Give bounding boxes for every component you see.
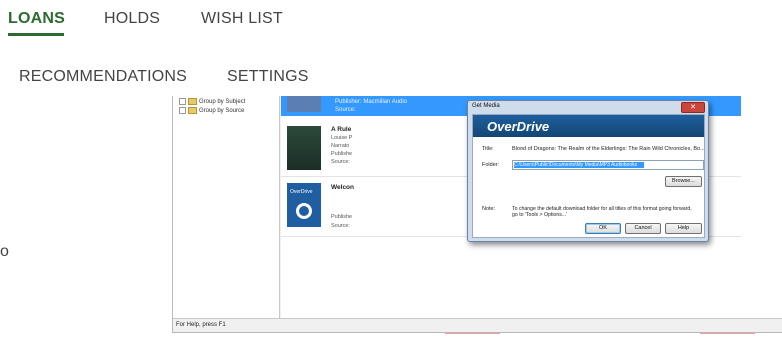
- tree-item-label: Group by Source: [199, 108, 245, 115]
- decorative-line: [700, 333, 755, 334]
- book-meta-line: Louise P: [331, 135, 353, 141]
- book-meta-line: Narrato: [331, 143, 350, 149]
- stray-text: o: [0, 243, 9, 260]
- expand-icon: [179, 107, 186, 114]
- tab-recommendations[interactable]: RECOMMENDATIONS: [19, 68, 187, 86]
- tree-item: Group by Source: [179, 107, 244, 114]
- title-list: Publisher: Macmillan Audio Source: A Rul…: [281, 96, 782, 318]
- tab-settings[interactable]: SETTINGS: [227, 68, 309, 86]
- selected-row-text: Publisher: Macmillan Audio Source:: [335, 98, 407, 114]
- overdrive-banner: OverDrive: [473, 115, 704, 137]
- folder-label: Folder:: [482, 162, 500, 168]
- book-title: A Rule: [331, 126, 352, 133]
- decorative-line: [445, 333, 500, 334]
- note-label: Note:: [482, 206, 496, 212]
- help-button[interactable]: Help: [665, 223, 702, 234]
- tree-item-label: Group by Subject: [199, 99, 246, 106]
- book-meta-line: Publishe: [331, 214, 353, 220]
- book-meta-line: Publishe: [331, 151, 353, 157]
- dialog-titlebar[interactable]: Get Media ✕: [468, 101, 708, 113]
- overdrive-mark-icon: [296, 203, 312, 219]
- dialog-title: Get Media: [472, 103, 500, 109]
- ok-button[interactable]: OK: [585, 223, 621, 234]
- browse-button[interactable]: Browse...: [665, 176, 702, 187]
- book-cover: [287, 96, 321, 112]
- tree-pane: Group by Subject Group by Source: [173, 96, 280, 318]
- embedded-app-screenshot: Group by Subject Group by Source Publish…: [172, 96, 782, 333]
- get-media-dialog: Get Media ✕ OverDrive Title: Blood of Dr…: [467, 100, 709, 242]
- tab-active-underline: [8, 33, 64, 36]
- close-icon[interactable]: ✕: [681, 102, 705, 113]
- note-text: To change the default download folder fo…: [512, 206, 692, 218]
- folder-field[interactable]: C:\Users\Public\Documents\My Media\MP3 A…: [512, 160, 704, 170]
- status-text: For Help, press F1: [176, 322, 226, 328]
- book-cover: OverDrive: [287, 183, 321, 227]
- book-meta-line: Source:: [331, 223, 350, 229]
- cancel-button[interactable]: Cancel: [625, 223, 661, 234]
- folder-icon: [188, 107, 197, 114]
- book-title: Welcon: [331, 184, 354, 191]
- expand-icon: [179, 98, 186, 105]
- publisher-line: Publisher: Macmillan Audio: [335, 99, 408, 105]
- tab-wish-list[interactable]: WISH LIST: [201, 10, 283, 28]
- folder-icon: [188, 98, 197, 105]
- tab-loans[interactable]: LOANS: [8, 10, 65, 28]
- title-value: Blood of Dragons: The Realm of the Elder…: [512, 146, 705, 152]
- tree-item: Group by Subject: [179, 98, 245, 105]
- title-label: Title:: [482, 146, 494, 152]
- folder-value: C:\Users\Public\Documents\My Media\MP3 A…: [514, 162, 644, 168]
- book-meta-line: Source:: [331, 159, 350, 165]
- source-line: Source:: [335, 107, 356, 113]
- book-cover: [287, 126, 321, 170]
- overdrive-logo: OverDrive: [487, 119, 550, 134]
- tab-holds[interactable]: HOLDS: [104, 10, 160, 28]
- status-bar: For Help, press F1: [173, 318, 782, 332]
- overdrive-logo: OverDrive: [290, 189, 313, 195]
- dialog-body: OverDrive Title: Blood of Dragons: The R…: [472, 114, 705, 238]
